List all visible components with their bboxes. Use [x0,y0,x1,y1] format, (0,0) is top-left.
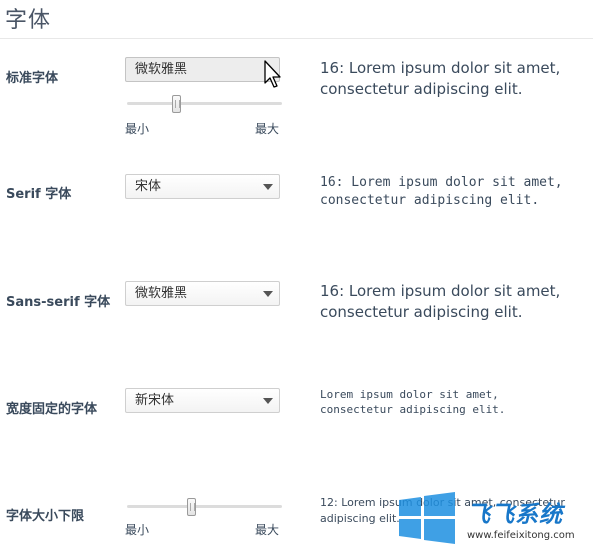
watermark: 飞飞系统 www.feifeixitong.com [397,490,593,546]
fixed-width-font-label: 宽度固定的字体 [6,402,98,417]
watermark-brand: 飞飞系统 [467,502,563,528]
fixed-width-font-preview: Lorem ipsum dolor sit amet, consectetur … [320,388,506,416]
min-font-size-max-label: 最大 [255,523,280,537]
page-title: 字体 [5,8,52,33]
sans-serif-font-label: Sans-serif 字体 [6,295,111,310]
title-divider [0,38,593,39]
standard-font-size-max-label: 最大 [255,122,280,136]
standard-font-selected-value: 微软雅黑 [135,62,188,77]
serif-font-select[interactable]: 宋体 [125,174,280,199]
mouse-pointer-icon [264,60,281,88]
sans-serif-font-preview: 16: Lorem ipsum dolor sit amet, consecte… [320,282,561,321]
standard-font-size-min-label: 最小 [125,122,150,136]
min-font-size-min-label: 最小 [125,523,150,537]
standard-font-size-slider-thumb[interactable] [172,95,182,113]
windows-logo-icon [399,492,455,544]
serif-font-selected-value: 宋体 [135,179,162,194]
standard-font-select[interactable]: 微软雅黑 [125,57,280,82]
min-font-size-slider-thumb[interactable] [186,498,196,516]
serif-font-label: Serif 字体 [6,187,72,202]
sans-serif-font-selected-value: 微软雅黑 [135,286,188,301]
standard-font-preview: 16: Lorem ipsum dolor sit amet, consecte… [320,59,561,98]
watermark-url: www.feifeixitong.com [467,530,575,541]
min-font-size-slider-track[interactable] [127,505,282,508]
chevron-down-icon [263,398,273,404]
serif-font-preview: 16: Lorem ipsum dolor sit amet, consecte… [320,175,563,208]
standard-font-size-slider-track[interactable] [127,102,282,105]
chevron-down-icon [263,291,273,297]
fixed-width-font-select[interactable]: 新宋体 [125,388,280,413]
sans-serif-font-select[interactable]: 微软雅黑 [125,281,280,306]
standard-font-label: 标准字体 [6,71,59,86]
chevron-down-icon [263,184,273,190]
min-font-size-label: 字体大小下限 [6,509,85,524]
fixed-width-font-selected-value: 新宋体 [135,393,175,408]
